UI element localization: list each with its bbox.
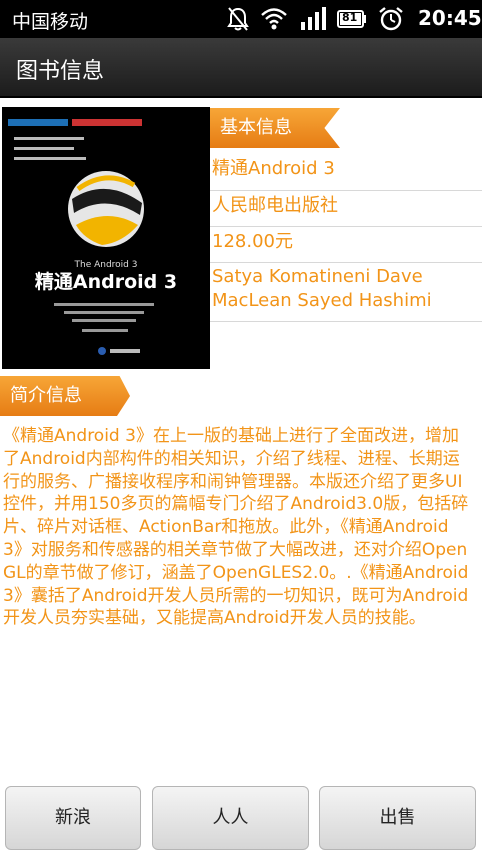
book-price: 128.00元 <box>210 227 482 263</box>
intro-info-label: 简介信息 <box>0 376 130 416</box>
share-renren-button[interactable]: 人人 <box>152 786 309 850</box>
share-sina-button[interactable]: 新浪 <box>5 786 141 850</box>
book-description: 《精通Android 3》在上一版的基础上进行了全面改进，增加了Android内… <box>3 426 469 629</box>
book-cover-image: The Android 3 精通Android 3 <box>2 107 210 369</box>
alarm-icon <box>379 7 403 31</box>
book-title: 精通Android 3 <box>210 154 482 191</box>
battery-level: 81 <box>342 11 358 24</box>
page-title: 图书信息 <box>16 59 105 84</box>
clock: 20:45 <box>418 6 482 30</box>
title-bar: 图书信息 <box>0 38 482 98</box>
basic-info-label: 基本信息 <box>210 108 340 148</box>
cover-title: 精通Android 3 <box>35 270 177 293</box>
signal-icon <box>301 7 326 30</box>
book-publisher: 人民邮电出版社 <box>210 191 482 227</box>
wifi-icon <box>261 8 287 30</box>
carrier-label: 中国移动 <box>12 11 89 33</box>
book-authors: Satya Komatineni Dave MacLean Sayed Hash… <box>210 263 482 322</box>
sell-button[interactable]: 出售 <box>319 786 476 850</box>
cover-top-label: The Android 3 <box>74 260 138 270</box>
mute-icon <box>227 7 249 31</box>
status-bar: 中国移动 81 20:45 <box>0 0 482 38</box>
